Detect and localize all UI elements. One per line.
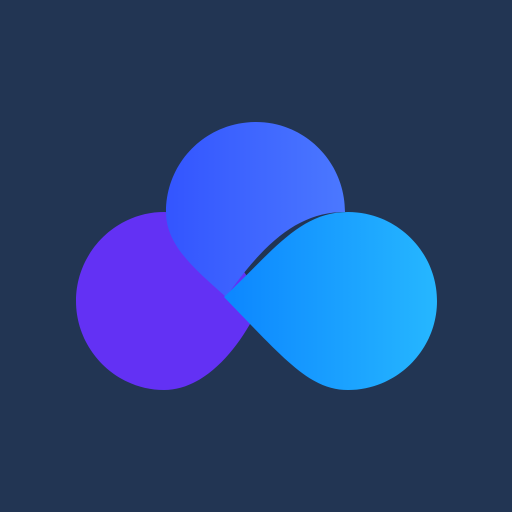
cloud-logo-icon: [76, 122, 437, 390]
app-icon-canvas: [0, 0, 512, 512]
